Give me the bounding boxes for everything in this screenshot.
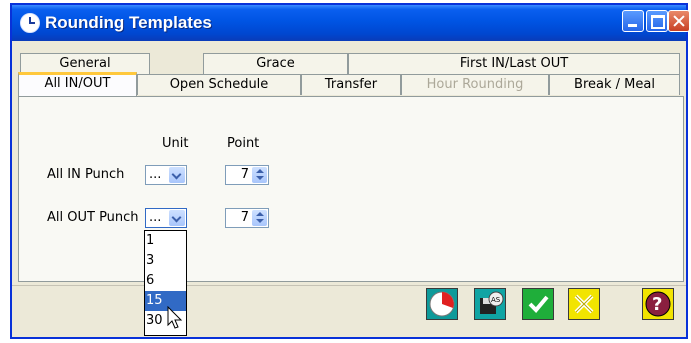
svg-text:?: ? — [652, 294, 662, 315]
tab-open-schedule[interactable]: Open Schedule — [137, 74, 301, 95]
cancel-x-icon — [574, 294, 594, 314]
out-point-value: 7 — [240, 210, 249, 225]
tab-first-in-last-out[interactable]: First IN/Last OUT — [348, 53, 680, 74]
tab-label: All IN/OUT — [44, 76, 111, 91]
spinner-arrows-icon[interactable] — [252, 167, 267, 183]
close-button[interactable] — [668, 10, 690, 32]
ok-button[interactable] — [522, 288, 554, 320]
spinner-arrows-icon[interactable] — [252, 210, 267, 226]
clock-app-icon — [20, 13, 40, 33]
tab-hour-rounding: Hour Rounding — [401, 74, 549, 95]
all-out-punch-label: All OUT Punch — [47, 210, 139, 225]
save-as-button[interactable]: AS — [474, 288, 506, 320]
tab-break-meal[interactable]: Break / Meal — [549, 74, 680, 95]
tab-label: General — [59, 56, 111, 71]
help-button[interactable]: ? — [642, 288, 674, 320]
clock-icon — [429, 291, 455, 317]
all-in-punch-label: All IN Punch — [47, 167, 125, 182]
footer-divider — [12, 285, 686, 286]
minimize-button[interactable] — [622, 10, 644, 32]
save-template-icon: AS — [480, 291, 504, 314]
out-unit-select[interactable]: ... — [145, 208, 187, 228]
tab-transfer[interactable]: Transfer — [301, 74, 401, 95]
all-in-out-panel: Unit Point All IN Punch ... 7 All OUT Pu… — [18, 96, 684, 282]
tab-all-in-out[interactable]: All IN/OUT — [18, 72, 137, 96]
mouse-pointer-icon — [167, 306, 183, 329]
chevron-down-icon[interactable] — [169, 167, 185, 183]
point-header: Point — [227, 136, 260, 151]
chevron-down-icon[interactable] — [169, 210, 185, 226]
clock-button[interactable] — [426, 288, 458, 320]
in-point-value: 7 — [240, 167, 249, 182]
ok-check-icon — [528, 295, 549, 313]
cancel-button[interactable] — [568, 288, 600, 320]
tab-general[interactable]: General — [20, 53, 150, 74]
dropdown-option[interactable]: 6 — [145, 271, 186, 291]
dropdown-option[interactable]: 3 — [145, 251, 186, 271]
maximize-button[interactable] — [646, 10, 668, 32]
out-point-stepper[interactable]: 7 — [225, 208, 269, 228]
in-point-stepper[interactable]: 7 — [225, 165, 269, 185]
tab-label: First IN/Last OUT — [459, 56, 569, 71]
title-bar[interactable]: Rounding Templates — [12, 5, 690, 41]
in-unit-value: ... — [149, 167, 162, 182]
tab-grace[interactable]: Grace — [203, 53, 348, 74]
out-unit-value: ... — [149, 210, 162, 225]
tab-label: Transfer — [324, 77, 378, 92]
dropdown-option[interactable]: 1 — [145, 231, 186, 251]
window-title: Rounding Templates — [45, 13, 212, 32]
tab-label: Open Schedule — [169, 77, 269, 92]
tab-label: Hour Rounding — [426, 77, 524, 92]
rounding-templates-window: Rounding Templates General Grace First I… — [10, 3, 690, 339]
tab-label: Grace — [256, 56, 295, 71]
svg-text:AS: AS — [491, 296, 501, 304]
unit-header: Unit — [162, 136, 189, 151]
tab-label: Break / Meal — [574, 77, 655, 92]
help-icon: ? — [645, 291, 671, 317]
in-unit-select[interactable]: ... — [145, 165, 187, 185]
